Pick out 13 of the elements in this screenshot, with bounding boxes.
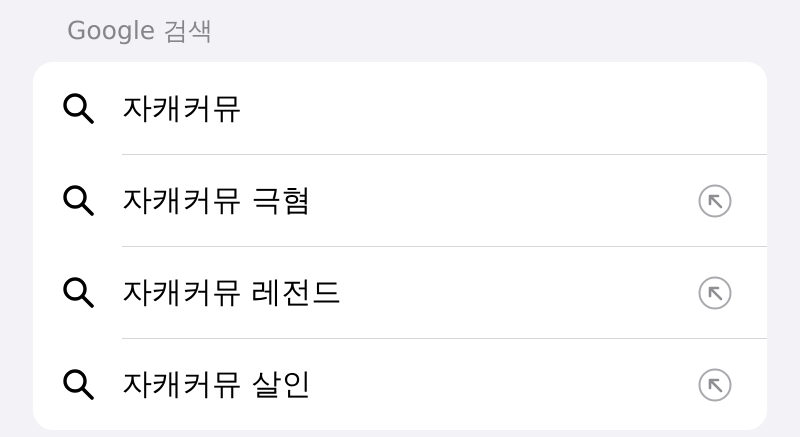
suggestion-text: 자캐커뮤 — [122, 90, 243, 128]
suggestion-item[interactable]: 자캐커뮤 살인 — [33, 338, 767, 430]
search-icon — [61, 183, 95, 217]
search-icon — [61, 91, 95, 125]
suggestion-item[interactable]: 자캐커뮤 레전드 — [33, 246, 767, 338]
suggestion-text: 자캐커뮤 살인 — [122, 366, 313, 404]
section-title: Google 검색 — [66, 15, 214, 47]
suggestion-item[interactable]: 자캐커뮤 극혐 — [33, 154, 767, 246]
suggestion-item[interactable]: 자캐커뮤 — [33, 62, 767, 154]
suggestion-text: 자캐커뮤 레전드 — [122, 274, 343, 312]
suggestion-text: 자캐커뮤 극혐 — [122, 182, 313, 220]
search-icon — [61, 367, 95, 401]
search-icon — [61, 275, 95, 309]
